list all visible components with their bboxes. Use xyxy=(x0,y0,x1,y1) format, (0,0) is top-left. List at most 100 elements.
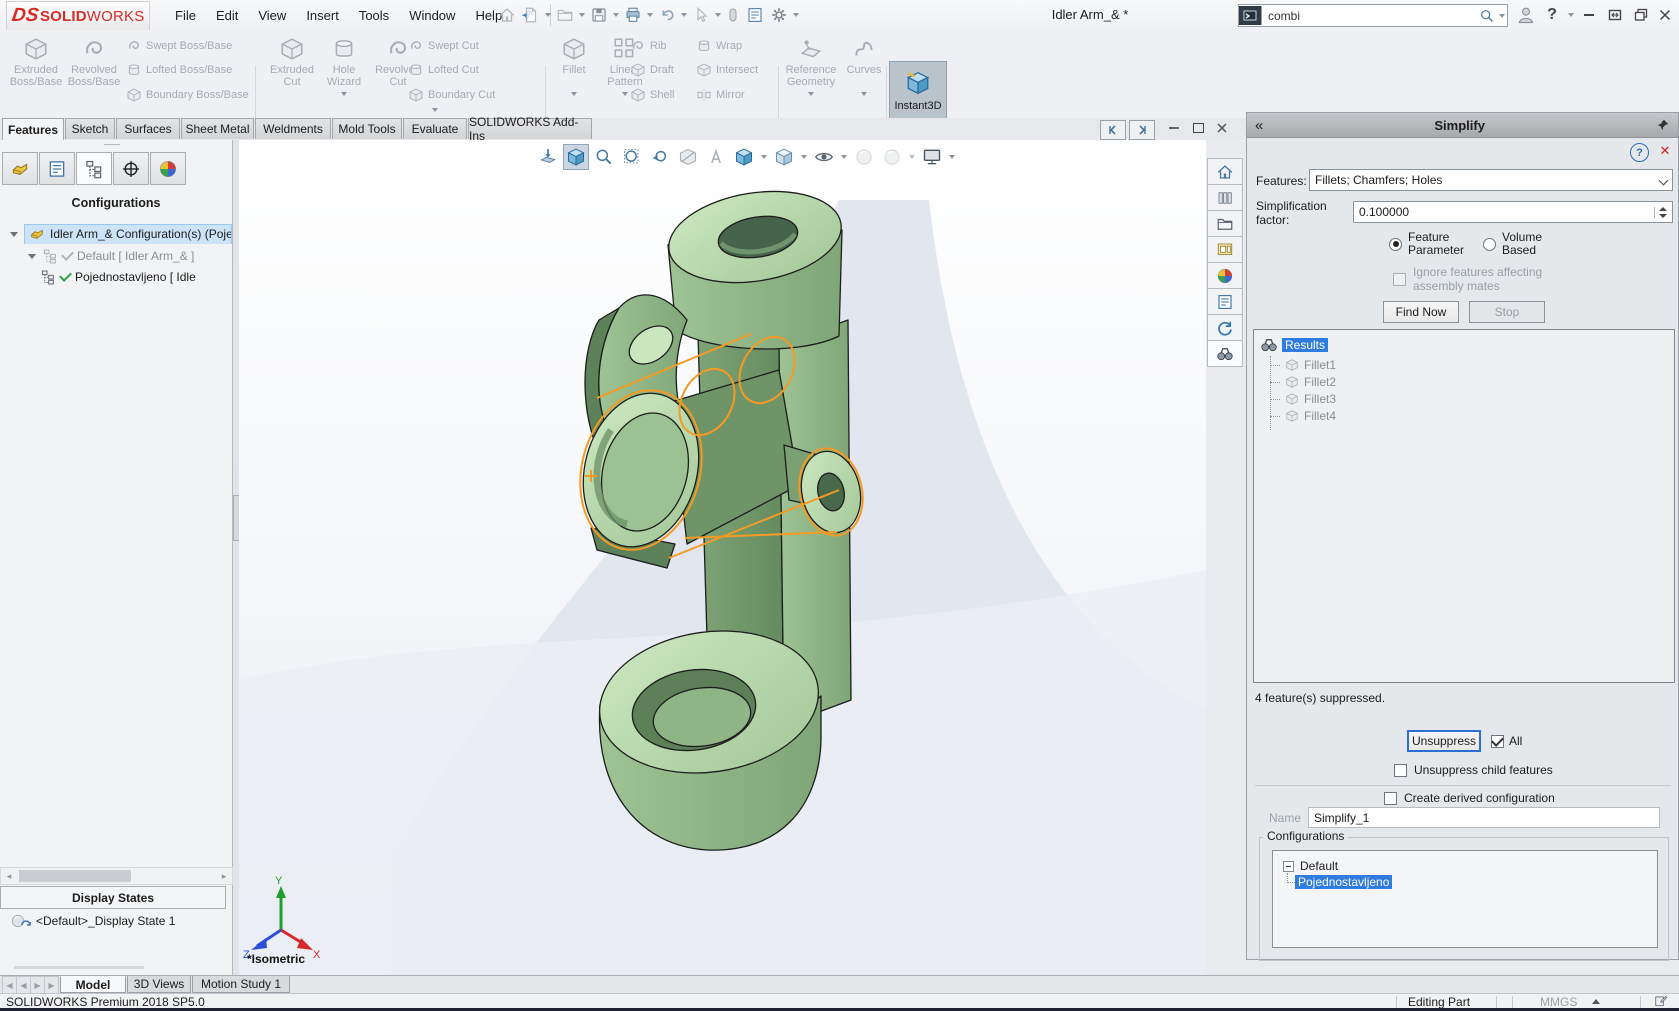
options-gear-button[interactable] xyxy=(770,6,788,24)
pin-panel-icon[interactable] xyxy=(1656,118,1670,132)
swept-boss-base-button[interactable]: Swept Boss/Base xyxy=(126,38,232,54)
find-now-button[interactable]: Find Now xyxy=(1383,301,1459,323)
tab-solidworks-add-ins[interactable]: SOLIDWORKS Add-Ins xyxy=(468,118,592,139)
scroll-right-arrow[interactable]: ▸ xyxy=(216,869,232,883)
undo-button[interactable] xyxy=(658,6,676,24)
all-checkbox[interactable]: All xyxy=(1491,734,1522,748)
display-style-icon[interactable] xyxy=(771,144,797,170)
config-child-node[interactable]: Pojednostavljeno xyxy=(1287,875,1657,889)
view-palette-icon[interactable] xyxy=(1207,236,1243,263)
save-button[interactable] xyxy=(590,6,608,24)
save-dropdown[interactable] xyxy=(613,13,619,17)
select-dropdown[interactable] xyxy=(715,13,721,17)
custom-properties-icon[interactable] xyxy=(1207,288,1243,315)
panel-horizontal-scrollbar[interactable]: ◂ ▸ xyxy=(0,867,233,885)
section-view-icon[interactable] xyxy=(675,144,701,170)
view-selector-cube-icon[interactable] xyxy=(563,144,589,170)
undo-dropdown[interactable] xyxy=(681,13,687,17)
help-icon[interactable]: ? xyxy=(1630,143,1649,162)
featuremanager-part-tab[interactable] xyxy=(2,152,38,185)
result-fillet2-row[interactable]: Fillet2 xyxy=(1270,375,1674,389)
zoom-window-icon[interactable] xyxy=(619,144,645,170)
graphics-viewport[interactable]: Y X Z *Isometric xyxy=(239,140,1206,975)
swept-cut-button[interactable]: Swept Cut xyxy=(408,38,479,54)
config-selection-tree[interactable]: Default Pojednostavljeno xyxy=(1272,850,1658,948)
dimxpert-manager-tab[interactable] xyxy=(113,152,149,185)
home-button[interactable] xyxy=(498,6,516,24)
tab-evaluate[interactable]: Evaluate xyxy=(403,118,467,139)
menu-view[interactable]: View xyxy=(248,0,296,30)
collapse-pane-left-icon[interactable] xyxy=(1100,120,1126,140)
pattern-dropdown[interactable] xyxy=(622,92,628,96)
result-fillet1-row[interactable]: Fillet1 xyxy=(1270,358,1674,372)
boundary-boss-base-button[interactable]: Boundary Boss/Base xyxy=(126,87,249,103)
reference-geometry-dropdown[interactable] xyxy=(808,92,814,96)
menu-tools[interactable]: Tools xyxy=(349,0,399,30)
close-dialog-icon[interactable]: ✕ xyxy=(1657,143,1673,159)
open-button[interactable] xyxy=(556,6,574,24)
results-root-row[interactable]: Results xyxy=(1260,336,1674,354)
hole-wizard-button[interactable]: Hole Wizard xyxy=(320,36,368,96)
extruded-cut-button[interactable]: Extruded Cut xyxy=(266,36,318,88)
menu-window[interactable]: Window xyxy=(399,0,465,30)
expand-pane-right-icon[interactable] xyxy=(1129,120,1155,140)
config-default-row[interactable]: Default [ Idler Arm_& ] xyxy=(22,247,232,265)
curves-button[interactable]: Curves xyxy=(842,36,886,96)
tab-surfaces[interactable]: Surfaces xyxy=(116,118,180,139)
unsuppress-button[interactable]: Unsuppress xyxy=(1407,730,1481,752)
volume-based-radio[interactable]: Volume Based xyxy=(1483,231,1562,257)
shell-button[interactable]: Shell xyxy=(630,87,674,103)
tab-sketch[interactable]: Sketch xyxy=(65,118,115,139)
fillet-button[interactable]: Fillet xyxy=(552,36,596,96)
print-dropdown[interactable] xyxy=(647,13,653,17)
config-tree-root-row[interactable]: Idler Arm_& Configuration(s) (Pojed xyxy=(4,224,232,244)
draft-button[interactable]: Draft xyxy=(630,62,674,78)
select-button[interactable] xyxy=(692,6,710,24)
expander-icon[interactable] xyxy=(10,232,18,237)
tab-model[interactable]: Model xyxy=(60,976,126,993)
result-fillet4-row[interactable]: Fillet4 xyxy=(1270,409,1674,423)
reference-geometry-button[interactable]: Reference Geometry xyxy=(782,36,840,96)
zoom-to-fit-icon[interactable] xyxy=(535,144,561,170)
menu-edit[interactable]: Edit xyxy=(206,0,248,30)
appearances-scenes-icon[interactable] xyxy=(1207,262,1243,289)
configuration-manager-tab[interactable] xyxy=(76,152,112,185)
window-minimize-button[interactable] xyxy=(1578,4,1600,26)
prev-tab-arrow[interactable]: ◀ xyxy=(16,976,31,994)
features-combo[interactable]: Fillets; Chamfers; Holes xyxy=(1309,169,1673,191)
collapse-panel-icon[interactable]: « xyxy=(1255,117,1263,134)
chevron-down-icon[interactable] xyxy=(1659,175,1669,185)
intersect-button[interactable]: Intersect xyxy=(696,62,758,78)
factor-input[interactable]: 0.100000 xyxy=(1353,201,1673,223)
name-input[interactable]: Simplify_1 xyxy=(1308,807,1660,828)
window-close-button[interactable] xyxy=(1654,4,1676,26)
tab-weldments[interactable]: Weldments xyxy=(255,118,331,139)
help-dropdown[interactable] xyxy=(1568,13,1574,17)
zoom-to-area-icon[interactable] xyxy=(591,144,617,170)
boundary-cut-button[interactable]: Boundary Cut xyxy=(408,87,495,103)
config-simplified-row[interactable]: Pojednostavljeno [ Idle xyxy=(40,268,232,286)
file-properties-button[interactable] xyxy=(746,6,764,24)
curves-dropdown[interactable] xyxy=(861,92,867,96)
apply-scene-icon[interactable] xyxy=(879,144,905,170)
wrap-button[interactable]: Wrap xyxy=(696,38,742,54)
previous-view-icon[interactable] xyxy=(647,144,673,170)
first-tab-arrow[interactable]: ◀ xyxy=(2,976,17,994)
tab-motion-study[interactable]: Motion Study 1 xyxy=(192,976,290,993)
spinner-up-icon[interactable] xyxy=(1659,207,1667,211)
lofted-boss-base-button[interactable]: Lofted Boss/Base xyxy=(126,62,232,78)
tab-3d-views[interactable]: 3D Views xyxy=(127,976,191,993)
panel-grip[interactable] xyxy=(104,144,120,150)
view-settings-dropdown[interactable] xyxy=(949,155,955,159)
touch-mode-icon[interactable] xyxy=(726,8,740,22)
next-tab-arrow[interactable]: ▶ xyxy=(30,976,45,994)
document-restore-button[interactable] xyxy=(1188,120,1208,136)
menu-file[interactable]: File xyxy=(165,0,206,30)
menu-insert[interactable]: Insert xyxy=(296,0,349,30)
annotation-views-icon[interactable] xyxy=(703,144,729,170)
search-scope-icon[interactable] xyxy=(1239,6,1262,25)
tab-sheet-metal[interactable]: Sheet Metal xyxy=(181,118,254,139)
last-tab-arrow[interactable]: ▶ xyxy=(44,976,59,994)
window-resize-button[interactable] xyxy=(1604,4,1626,26)
hole-wizard-dropdown[interactable] xyxy=(341,92,347,96)
